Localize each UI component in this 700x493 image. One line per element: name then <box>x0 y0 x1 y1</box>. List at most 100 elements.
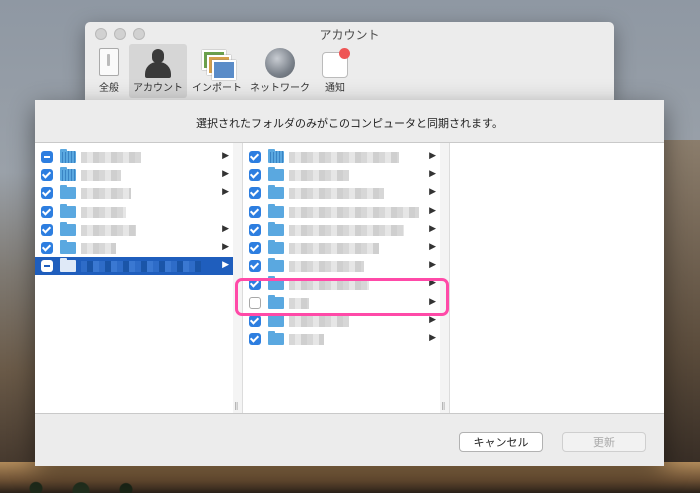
disclosure-arrow-icon[interactable]: ▶ <box>429 242 436 252</box>
folder-icon <box>268 203 284 218</box>
toolbar-general[interactable]: 全般 <box>89 44 129 98</box>
redacted-folder-name <box>81 224 136 236</box>
sync-checkbox[interactable] <box>249 205 261 218</box>
sync-checkbox[interactable] <box>249 260 261 273</box>
sync-checkbox[interactable] <box>41 187 53 200</box>
column-2-folder-row[interactable]: ▶ <box>243 166 440 184</box>
network-icon <box>265 48 295 78</box>
redacted-folder-name <box>81 188 131 200</box>
account-icon <box>143 48 173 78</box>
sync-checkbox[interactable] <box>249 333 261 345</box>
redacted-folder-name <box>289 152 399 163</box>
toolbar-general-label: 全般 <box>99 83 119 94</box>
column-2-folder-row[interactable]: ▶ <box>243 203 440 221</box>
general-icon <box>99 48 119 76</box>
column-1-folder-row[interactable]: ▶ <box>35 184 233 202</box>
folder-icon <box>268 221 284 236</box>
column-1-folder-row[interactable]: ▶ <box>35 166 233 184</box>
folder-icon <box>268 312 284 327</box>
disclosure-arrow-icon[interactable]: ▶ <box>429 151 436 161</box>
column-2-folder-row[interactable]: ▶ <box>243 257 440 275</box>
redacted-folder-name <box>289 224 404 236</box>
redacted-folder-name <box>81 261 201 273</box>
sync-checkbox[interactable] <box>249 314 261 327</box>
toolbar-notifications-label: 通知 <box>325 83 345 94</box>
sync-checkbox[interactable] <box>41 151 53 163</box>
toolbar-account-label: アカウント <box>133 83 183 94</box>
toolbar-import[interactable]: インポート <box>189 44 245 98</box>
sync-checkbox[interactable] <box>249 242 261 254</box>
disclosure-arrow-icon[interactable]: ▶ <box>429 169 436 179</box>
disclosure-arrow-icon[interactable]: ▶ <box>222 260 229 270</box>
toolbar-network[interactable]: ネットワーク <box>247 44 313 98</box>
column-1-folder-row[interactable]: ▶ <box>35 221 233 239</box>
window-title: アカウント <box>319 28 380 42</box>
folder-icon <box>268 331 284 345</box>
sync-checkbox[interactable] <box>249 151 261 163</box>
column-1-folder-row[interactable] <box>35 203 233 221</box>
sync-checkbox[interactable] <box>41 169 53 182</box>
folder-icon <box>268 240 284 254</box>
folder-column-3[interactable] <box>451 143 664 413</box>
redacted-folder-name <box>289 315 349 327</box>
desktop-background-trees <box>0 470 180 493</box>
column-2-folder-row[interactable]: ▶ <box>243 330 440 348</box>
redacted-folder-name <box>289 188 384 200</box>
toolbar-account[interactable]: アカウント <box>129 44 187 98</box>
folder-icon <box>60 221 76 236</box>
column-1-folder-row[interactable]: ▶ <box>35 239 233 257</box>
folder-icon <box>60 203 76 218</box>
sync-checkbox[interactable] <box>41 260 53 273</box>
sheet-message: 選択されたフォルダのみがこのコンピュータと同期されます。 <box>196 117 503 130</box>
folder-icon <box>60 185 76 200</box>
notification-badge <box>339 48 350 59</box>
cancel-button[interactable]: キャンセル <box>459 432 543 452</box>
highlight-annotation <box>235 278 449 316</box>
column-2-folder-row[interactable]: ▶ <box>243 184 440 202</box>
disclosure-arrow-icon[interactable]: ▶ <box>429 315 436 325</box>
column-2-folder-row[interactable]: ▶ <box>243 148 440 166</box>
disclosure-arrow-icon[interactable]: ▶ <box>222 169 229 179</box>
folder-icon <box>60 258 76 273</box>
redacted-folder-name <box>81 243 116 254</box>
disclosure-arrow-icon[interactable]: ▶ <box>222 224 229 234</box>
toolbar-notifications[interactable]: 通知 <box>315 44 355 98</box>
preferences-window: アカウント 全般 アカウント インポート ネットワーク 通知 <box>85 22 614 102</box>
redacted-folder-name <box>81 206 126 218</box>
sync-checkbox[interactable] <box>41 205 53 218</box>
column-1-folder-row[interactable]: ▶ <box>35 148 233 166</box>
disclosure-arrow-icon[interactable]: ▶ <box>222 242 229 252</box>
column-2-folder-row[interactable]: ▶ <box>243 239 440 257</box>
column-1-folder-row[interactable]: ▶ <box>35 257 233 276</box>
disclosure-arrow-icon[interactable]: ▶ <box>429 260 436 270</box>
folder-icon <box>268 185 284 200</box>
column-2-folder-row[interactable]: ▶ <box>243 221 440 239</box>
disclosure-arrow-icon[interactable]: ▶ <box>429 187 436 197</box>
disclosure-arrow-icon[interactable]: ▶ <box>222 151 229 161</box>
disclosure-arrow-icon[interactable]: ▶ <box>429 333 436 343</box>
redacted-folder-name <box>289 206 419 218</box>
disclosure-arrow-icon[interactable]: ▶ <box>222 187 229 197</box>
redacted-folder-name <box>289 170 349 182</box>
folder-icon <box>60 167 76 182</box>
update-button[interactable]: 更新 <box>562 432 646 452</box>
disclosure-arrow-icon[interactable]: ▶ <box>429 206 436 216</box>
redacted-folder-name <box>289 261 364 273</box>
folder-icon <box>60 240 76 254</box>
sync-checkbox[interactable] <box>249 187 261 200</box>
toolbar-import-label: インポート <box>192 83 242 94</box>
notification-icon <box>320 48 350 78</box>
folder-column-1[interactable]: ▶ ▶ ▶ ▶ ▶ ▶ <box>35 143 234 413</box>
folder-icon <box>268 258 284 273</box>
sync-checkbox[interactable] <box>41 223 53 236</box>
toolbar-network-label: ネットワーク <box>250 83 310 94</box>
folder-icon <box>60 149 76 163</box>
desktop-background-rock <box>660 140 700 493</box>
sync-checkbox[interactable] <box>249 169 261 182</box>
import-icon <box>202 48 236 80</box>
sync-checkbox[interactable] <box>41 242 53 254</box>
sync-checkbox[interactable] <box>249 223 261 236</box>
redacted-folder-name <box>289 243 379 254</box>
disclosure-arrow-icon[interactable]: ▶ <box>429 224 436 234</box>
redacted-folder-name <box>81 152 141 163</box>
